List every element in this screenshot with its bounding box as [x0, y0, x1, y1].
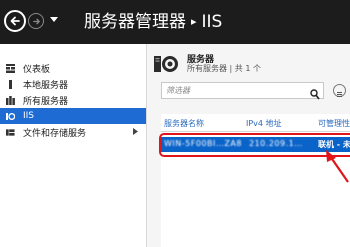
column-header-server-name[interactable]: 服务器名称: [164, 118, 204, 129]
header-divider: [161, 131, 350, 132]
sidebar-item-label: 文件和存储服务: [23, 128, 87, 139]
local-server-icon: [6, 79, 15, 89]
all-servers-icon: [6, 95, 15, 105]
column-header-ipv4[interactable]: IPv4 地址: [246, 118, 282, 129]
sidebar: 仪表板 本地服务器 所有服务器 IIS 文件和存储服务: [0, 44, 147, 247]
search-icon[interactable]: [310, 85, 320, 104]
breadcrumb-page: IIS: [201, 12, 223, 32]
file-storage-icon: [6, 128, 15, 137]
iis-icon: [6, 112, 15, 121]
back-button[interactable]: [4, 10, 26, 32]
filter-box: [161, 82, 324, 100]
section-subtitle: 所有服务器 | 共 1 个: [187, 64, 261, 73]
sidebar-item-local-server[interactable]: 本地服务器: [0, 76, 146, 92]
sidebar-item-label: 仪表板: [23, 64, 51, 75]
back-arrow-icon: [10, 16, 20, 26]
filter-input[interactable]: [166, 84, 296, 97]
sidebar-item-file-storage[interactable]: 文件和存储服务: [0, 124, 146, 140]
annotation-arrow-icon: [326, 150, 349, 183]
list-options-icon: [337, 92, 342, 97]
sidebar-item-dashboard[interactable]: 仪表板: [0, 60, 146, 76]
sidebar-item-all-servers[interactable]: 所有服务器: [0, 92, 146, 108]
dashboard-icon: [6, 63, 15, 73]
chevron-down-icon: [50, 17, 58, 22]
sidebar-item-iis[interactable]: IIS: [0, 108, 146, 124]
history-dropdown-button[interactable]: [50, 16, 58, 24]
breadcrumb-separator: ▸: [191, 15, 197, 28]
column-header-manageability[interactable]: 可管理性: [318, 118, 350, 129]
sidebar-item-label: 本地服务器: [23, 80, 69, 91]
breadcrumb-app[interactable]: 服务器管理器: [84, 12, 186, 32]
breadcrumb: 服务器管理器 ▸ IIS: [84, 11, 222, 35]
sidebar-item-label: IIS: [23, 111, 35, 121]
forward-button[interactable]: [28, 13, 44, 29]
forward-arrow-icon: [32, 18, 40, 24]
server-icon: [154, 54, 180, 78]
chevron-right-icon[interactable]: [133, 128, 138, 138]
sidebar-item-label: 所有服务器: [23, 96, 69, 107]
title-bar: 服务器管理器 ▸ IIS: [0, 0, 350, 44]
options-button[interactable]: [333, 84, 346, 97]
